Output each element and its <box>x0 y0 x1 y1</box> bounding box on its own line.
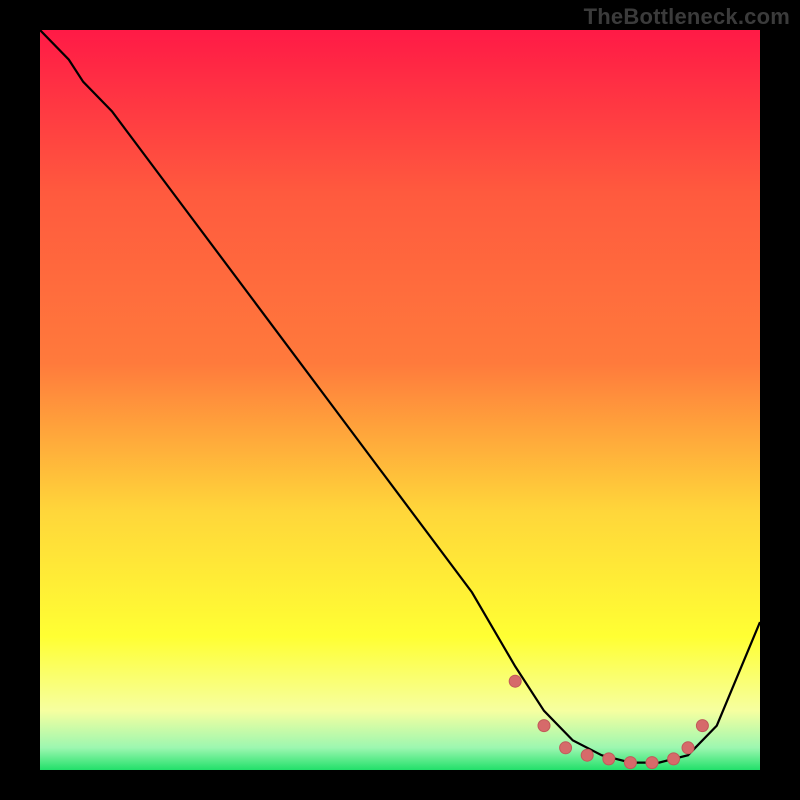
highlight-marker <box>538 720 550 732</box>
bottleneck-chart <box>40 30 760 770</box>
highlight-marker <box>682 742 694 754</box>
highlight-marker <box>624 757 636 769</box>
highlight-marker <box>696 720 708 732</box>
highlight-marker <box>560 742 572 754</box>
watermark-text: TheBottleneck.com <box>584 4 790 30</box>
highlight-marker <box>509 675 521 687</box>
gradient-background <box>40 30 760 770</box>
highlight-marker <box>603 753 615 765</box>
highlight-marker <box>646 757 658 769</box>
highlight-marker <box>581 749 593 761</box>
plot-area <box>40 30 760 770</box>
chart-frame: TheBottleneck.com <box>0 0 800 800</box>
highlight-marker <box>668 753 680 765</box>
